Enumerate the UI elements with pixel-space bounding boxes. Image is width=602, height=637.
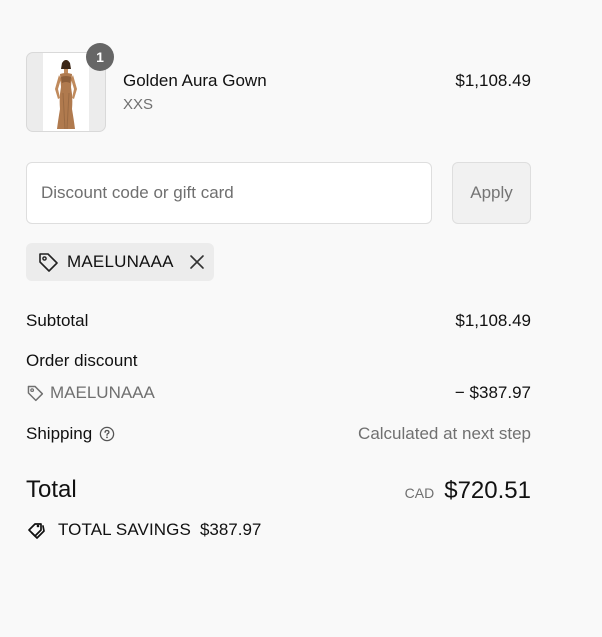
- shipping-row: Shipping Calculated at next step: [26, 424, 531, 444]
- subtotal-label: Subtotal: [26, 311, 89, 330]
- total-label: Total: [26, 476, 77, 503]
- product-variant: XXS: [123, 96, 154, 113]
- order-discount-label-row: Order discount: [26, 351, 531, 371]
- product-name: Golden Aura Gown: [123, 71, 267, 90]
- cart-line-item: 1 Golden Aura Gown XXS $1,108.49: [26, 43, 531, 132]
- product-price: $1,108.49: [455, 71, 531, 90]
- shipping-label: Shipping: [26, 424, 93, 443]
- total-amount-group: CAD $720.51: [405, 477, 531, 505]
- total-savings-row: TOTAL SAVINGS $387.97: [26, 519, 261, 541]
- discount-code-text: MAELUNAAA: [50, 383, 155, 402]
- savings-label: TOTAL SAVINGS: [58, 520, 191, 539]
- total-amount: $720.51: [444, 477, 531, 504]
- order-discount-row: MAELUNAAA − $387.97: [26, 383, 531, 403]
- help-circle-icon[interactable]: [99, 426, 115, 442]
- applied-code-text: MAELUNAAA: [67, 252, 174, 271]
- currency-code: CAD: [404, 485, 435, 501]
- tag-icon: [26, 384, 44, 402]
- quantity-badge: 1: [86, 43, 114, 71]
- tag-icon: [37, 251, 59, 273]
- close-icon[interactable]: [188, 253, 206, 271]
- shipping-value: Calculated at next step: [358, 424, 531, 443]
- subtotal-row: Subtotal $1,108.49: [26, 311, 531, 331]
- subtotal-value: $1,108.49: [455, 311, 531, 330]
- apply-discount-button[interactable]: Apply: [452, 162, 531, 224]
- order-discount-label: Order discount: [26, 351, 138, 370]
- savings-value: $387.97: [199, 520, 262, 539]
- discount-code-input[interactable]: [26, 162, 432, 224]
- discount-value: − $387.97: [454, 383, 531, 402]
- double-tag-icon: [26, 519, 48, 541]
- applied-discount-chip: MAELUNAAA: [26, 243, 214, 281]
